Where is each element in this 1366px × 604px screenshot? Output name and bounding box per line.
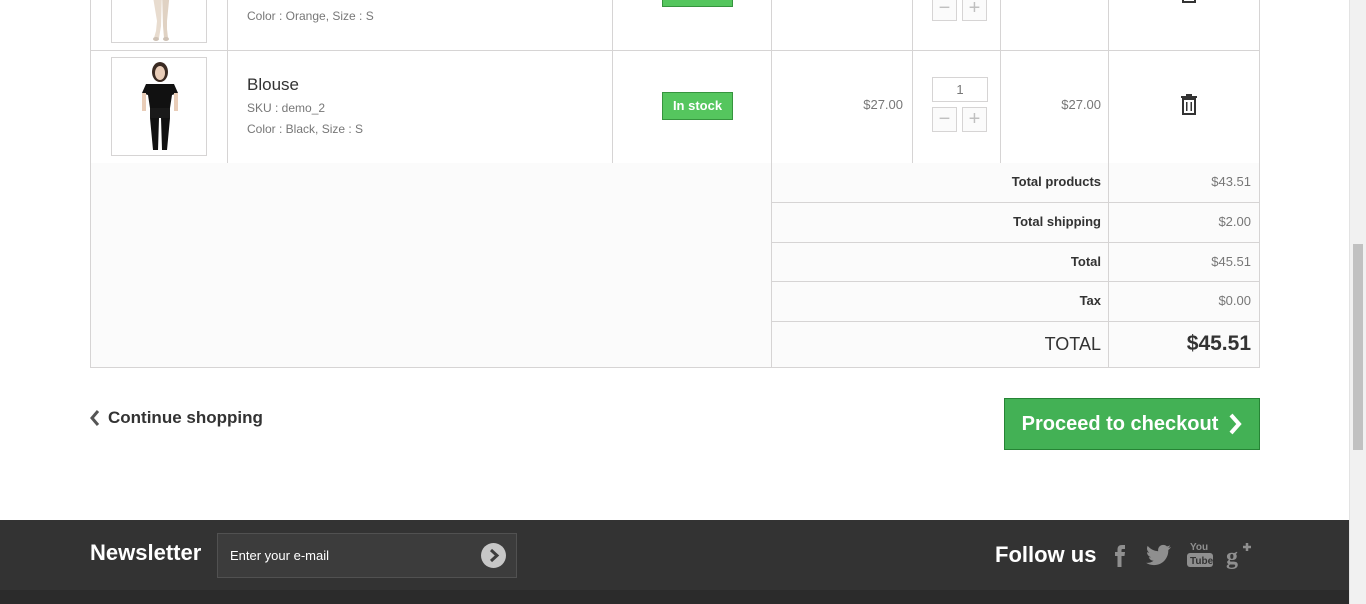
proceed-to-checkout-button[interactable]: Proceed to checkout: [1004, 398, 1260, 450]
summary-value: $2.00: [1218, 214, 1251, 229]
cell-divider: [612, 0, 613, 50]
cell-divider: [1108, 50, 1109, 163]
svg-text:You: You: [1190, 542, 1208, 553]
qty-increase-button[interactable]: +: [962, 107, 987, 132]
google-plus-icon[interactable]: g: [1225, 539, 1255, 570]
summary-label: Total shipping: [1013, 214, 1101, 229]
cell-divider: [1000, 0, 1001, 50]
continue-shopping-label: Continue shopping: [108, 408, 263, 427]
cell-divider: [1108, 0, 1109, 50]
follow-us-title: Follow us: [995, 542, 1097, 567]
product-attributes: Color : Black, Size : S: [247, 122, 364, 136]
stock-badge: [662, 0, 733, 7]
cart-table: Color : Orange, Size : S − + Blouse SKU …: [90, 0, 1260, 368]
product-image[interactable]: [111, 57, 207, 156]
summary-label: Total products: [1011, 174, 1101, 189]
continue-shopping-link[interactable]: Continue shopping: [90, 406, 263, 430]
footer-bottom-bar: [0, 590, 1349, 604]
newsletter-title: Newsletter: [90, 540, 202, 565]
summary-label: Total: [1070, 254, 1101, 269]
qty-decrease-button[interactable]: −: [932, 107, 957, 132]
chevron-right-icon: [1229, 413, 1243, 435]
product-sku: SKU : demo_2: [247, 101, 326, 115]
newsletter-placeholder: Enter your e-mail: [230, 548, 329, 563]
cart-row-partial: Color : Orange, Size : S − +: [91, 0, 1259, 51]
cell-divider: [227, 0, 228, 50]
cell-divider: [771, 50, 772, 163]
page: Color : Orange, Size : S − + Blouse SKU …: [0, 0, 1349, 604]
facebook-icon[interactable]: [1105, 539, 1135, 569]
stock-badge: In stock: [662, 92, 733, 120]
trash-icon[interactable]: [1180, 94, 1198, 115]
unit-price: $27.00: [863, 97, 903, 112]
grand-total-value: $45.51: [1186, 332, 1251, 355]
twitter-icon[interactable]: [1144, 539, 1174, 569]
chevron-left-icon: [90, 410, 100, 426]
checkout-label: Proceed to checkout: [1021, 412, 1219, 435]
summary-row-grand-total: TOTAL $45.51: [772, 321, 1259, 367]
product-name[interactable]: Blouse: [247, 75, 299, 95]
newsletter-email-input[interactable]: Enter your e-mail: [217, 533, 517, 578]
svg-text:g: g: [1226, 544, 1238, 569]
scrollbar-thumb[interactable]: [1353, 244, 1363, 450]
quantity-input[interactable]: 1: [932, 77, 988, 102]
youtube-icon[interactable]: You Tube: [1185, 539, 1215, 569]
summary-row-products: Total products $43.51: [772, 163, 1259, 203]
qty-decrease-button[interactable]: −: [932, 0, 957, 21]
product-image[interactable]: [111, 0, 207, 43]
footer: Newsletter Enter your e-mail Follow us Y…: [0, 520, 1349, 604]
grand-total-label: TOTAL: [1044, 334, 1101, 354]
cell-divider: [912, 50, 913, 163]
newsletter-submit-icon[interactable]: [481, 543, 506, 568]
summary-row-tax: Tax $0.00: [772, 281, 1259, 321]
summary-row-total: Total $45.51: [772, 242, 1259, 282]
summary-label: Tax: [1079, 293, 1101, 308]
svg-text:Tube: Tube: [1190, 556, 1214, 567]
vertical-scrollbar[interactable]: [1349, 0, 1366, 604]
trash-icon[interactable]: [1180, 0, 1198, 3]
summary-value: $45.51: [1211, 254, 1251, 269]
summary-value: $0.00: [1218, 293, 1251, 308]
summary-value: $43.51: [1211, 174, 1251, 189]
cell-divider: [227, 50, 228, 163]
cell-divider: [771, 0, 772, 50]
cart-row: Blouse SKU : demo_2 Color : Black, Size …: [91, 50, 1259, 164]
product-attributes: Color : Orange, Size : S: [247, 9, 374, 23]
cell-divider: [612, 50, 613, 163]
line-total: $27.00: [1061, 97, 1101, 112]
cell-divider: [912, 0, 913, 50]
qty-increase-button[interactable]: +: [962, 0, 987, 21]
cell-divider: [1000, 50, 1001, 163]
summary-row-shipping: Total shipping $2.00: [772, 202, 1259, 242]
